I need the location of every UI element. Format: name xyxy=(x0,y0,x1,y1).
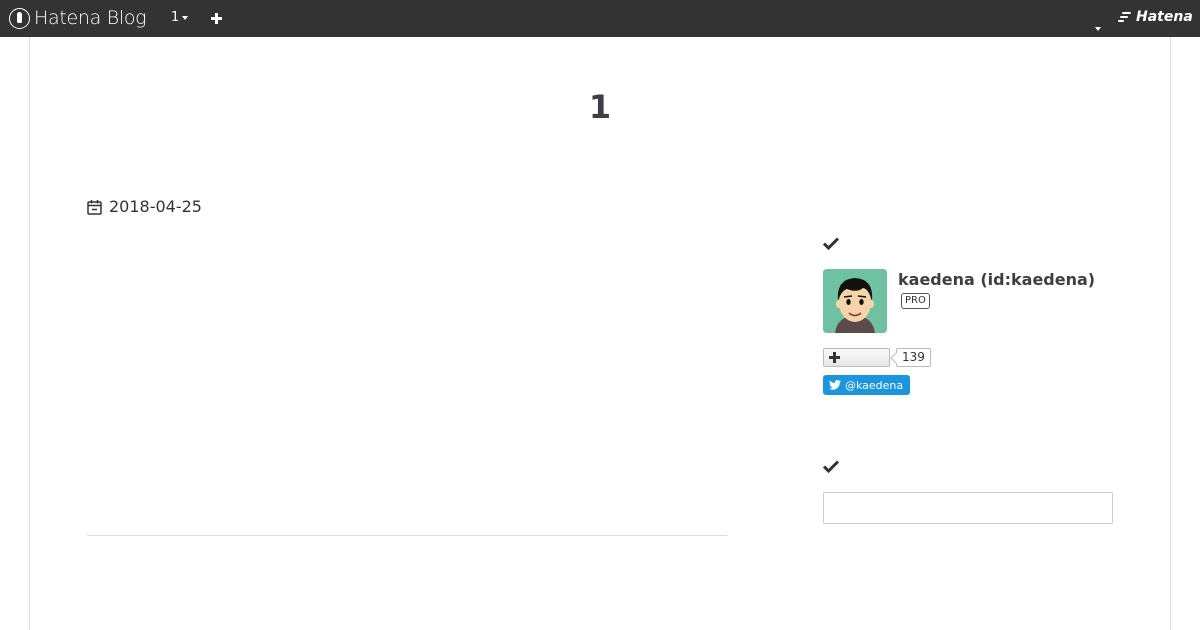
blog-selector-label: 1 xyxy=(171,10,180,25)
hatena-logo-icon xyxy=(1118,10,1134,24)
profile-name-link[interactable]: kaedena (id:kaedena) xyxy=(898,270,1095,289)
plus-icon xyxy=(829,352,840,363)
entry-date[interactable]: 2018-04-25 xyxy=(87,197,202,216)
new-entry-button[interactable] xyxy=(208,9,226,27)
subscriber-count[interactable]: 139 xyxy=(896,348,931,367)
brand-name: Hatena Blog xyxy=(34,7,147,29)
hatena-blog-logo-icon xyxy=(9,7,30,29)
subscribe-button[interactable] xyxy=(823,348,890,367)
check-icon xyxy=(822,235,840,251)
blog-title[interactable]: 1 xyxy=(30,88,1170,126)
hatena-blog-home-link[interactable]: Hatena Blog xyxy=(9,7,147,29)
caret-down-icon xyxy=(182,15,189,20)
entry-divider xyxy=(87,535,727,536)
page-container: 1 2018-04-25 kaedena (id:kaedena) PRO 13… xyxy=(29,37,1171,630)
user-menu-toggle[interactable] xyxy=(1095,16,1101,35)
hatena-home-link[interactable]: Hatena xyxy=(1118,9,1193,25)
avatar[interactable] xyxy=(823,269,887,333)
global-header: Hatena Blog 1 Hatena xyxy=(0,0,1200,37)
twitter-icon xyxy=(829,380,841,390)
calendar-icon xyxy=(87,199,102,215)
pro-badge: PRO xyxy=(901,293,930,309)
blog-selector[interactable]: 1 xyxy=(171,10,189,25)
check-icon xyxy=(822,458,840,474)
hatena-label: Hatena xyxy=(1136,9,1193,25)
caret-down-icon xyxy=(1095,27,1101,31)
twitter-follow-button[interactable]: @kaedena xyxy=(823,375,911,395)
entry-date-text: 2018-04-25 xyxy=(109,197,202,216)
search-input[interactable] xyxy=(823,492,1113,524)
twitter-handle: @kaedena xyxy=(845,378,904,392)
